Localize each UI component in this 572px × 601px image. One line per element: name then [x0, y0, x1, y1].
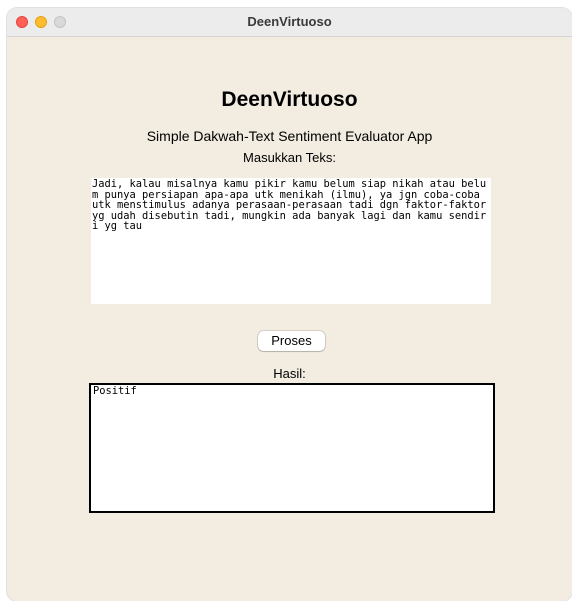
app-heading: DeenVirtuoso	[221, 88, 358, 111]
window-title: DeenVirtuoso	[247, 14, 332, 29]
result-output-area[interactable]: Positif	[89, 383, 495, 513]
text-input-area[interactable]: Jadi, kalau misalnya kamu pikir kamu bel…	[91, 178, 491, 304]
app-subtitle: Simple Dakwah-Text Sentiment Evaluator A…	[146, 128, 433, 144]
title-bar[interactable]: DeenVirtuoso	[7, 8, 572, 37]
process-button[interactable]: Proses	[258, 331, 325, 351]
result-label: Hasil:	[273, 366, 306, 381]
input-label: Masukkan Teks:	[243, 150, 336, 165]
app-window: DeenVirtuoso DeenVirtuoso Simple Dakwah-…	[7, 8, 572, 601]
